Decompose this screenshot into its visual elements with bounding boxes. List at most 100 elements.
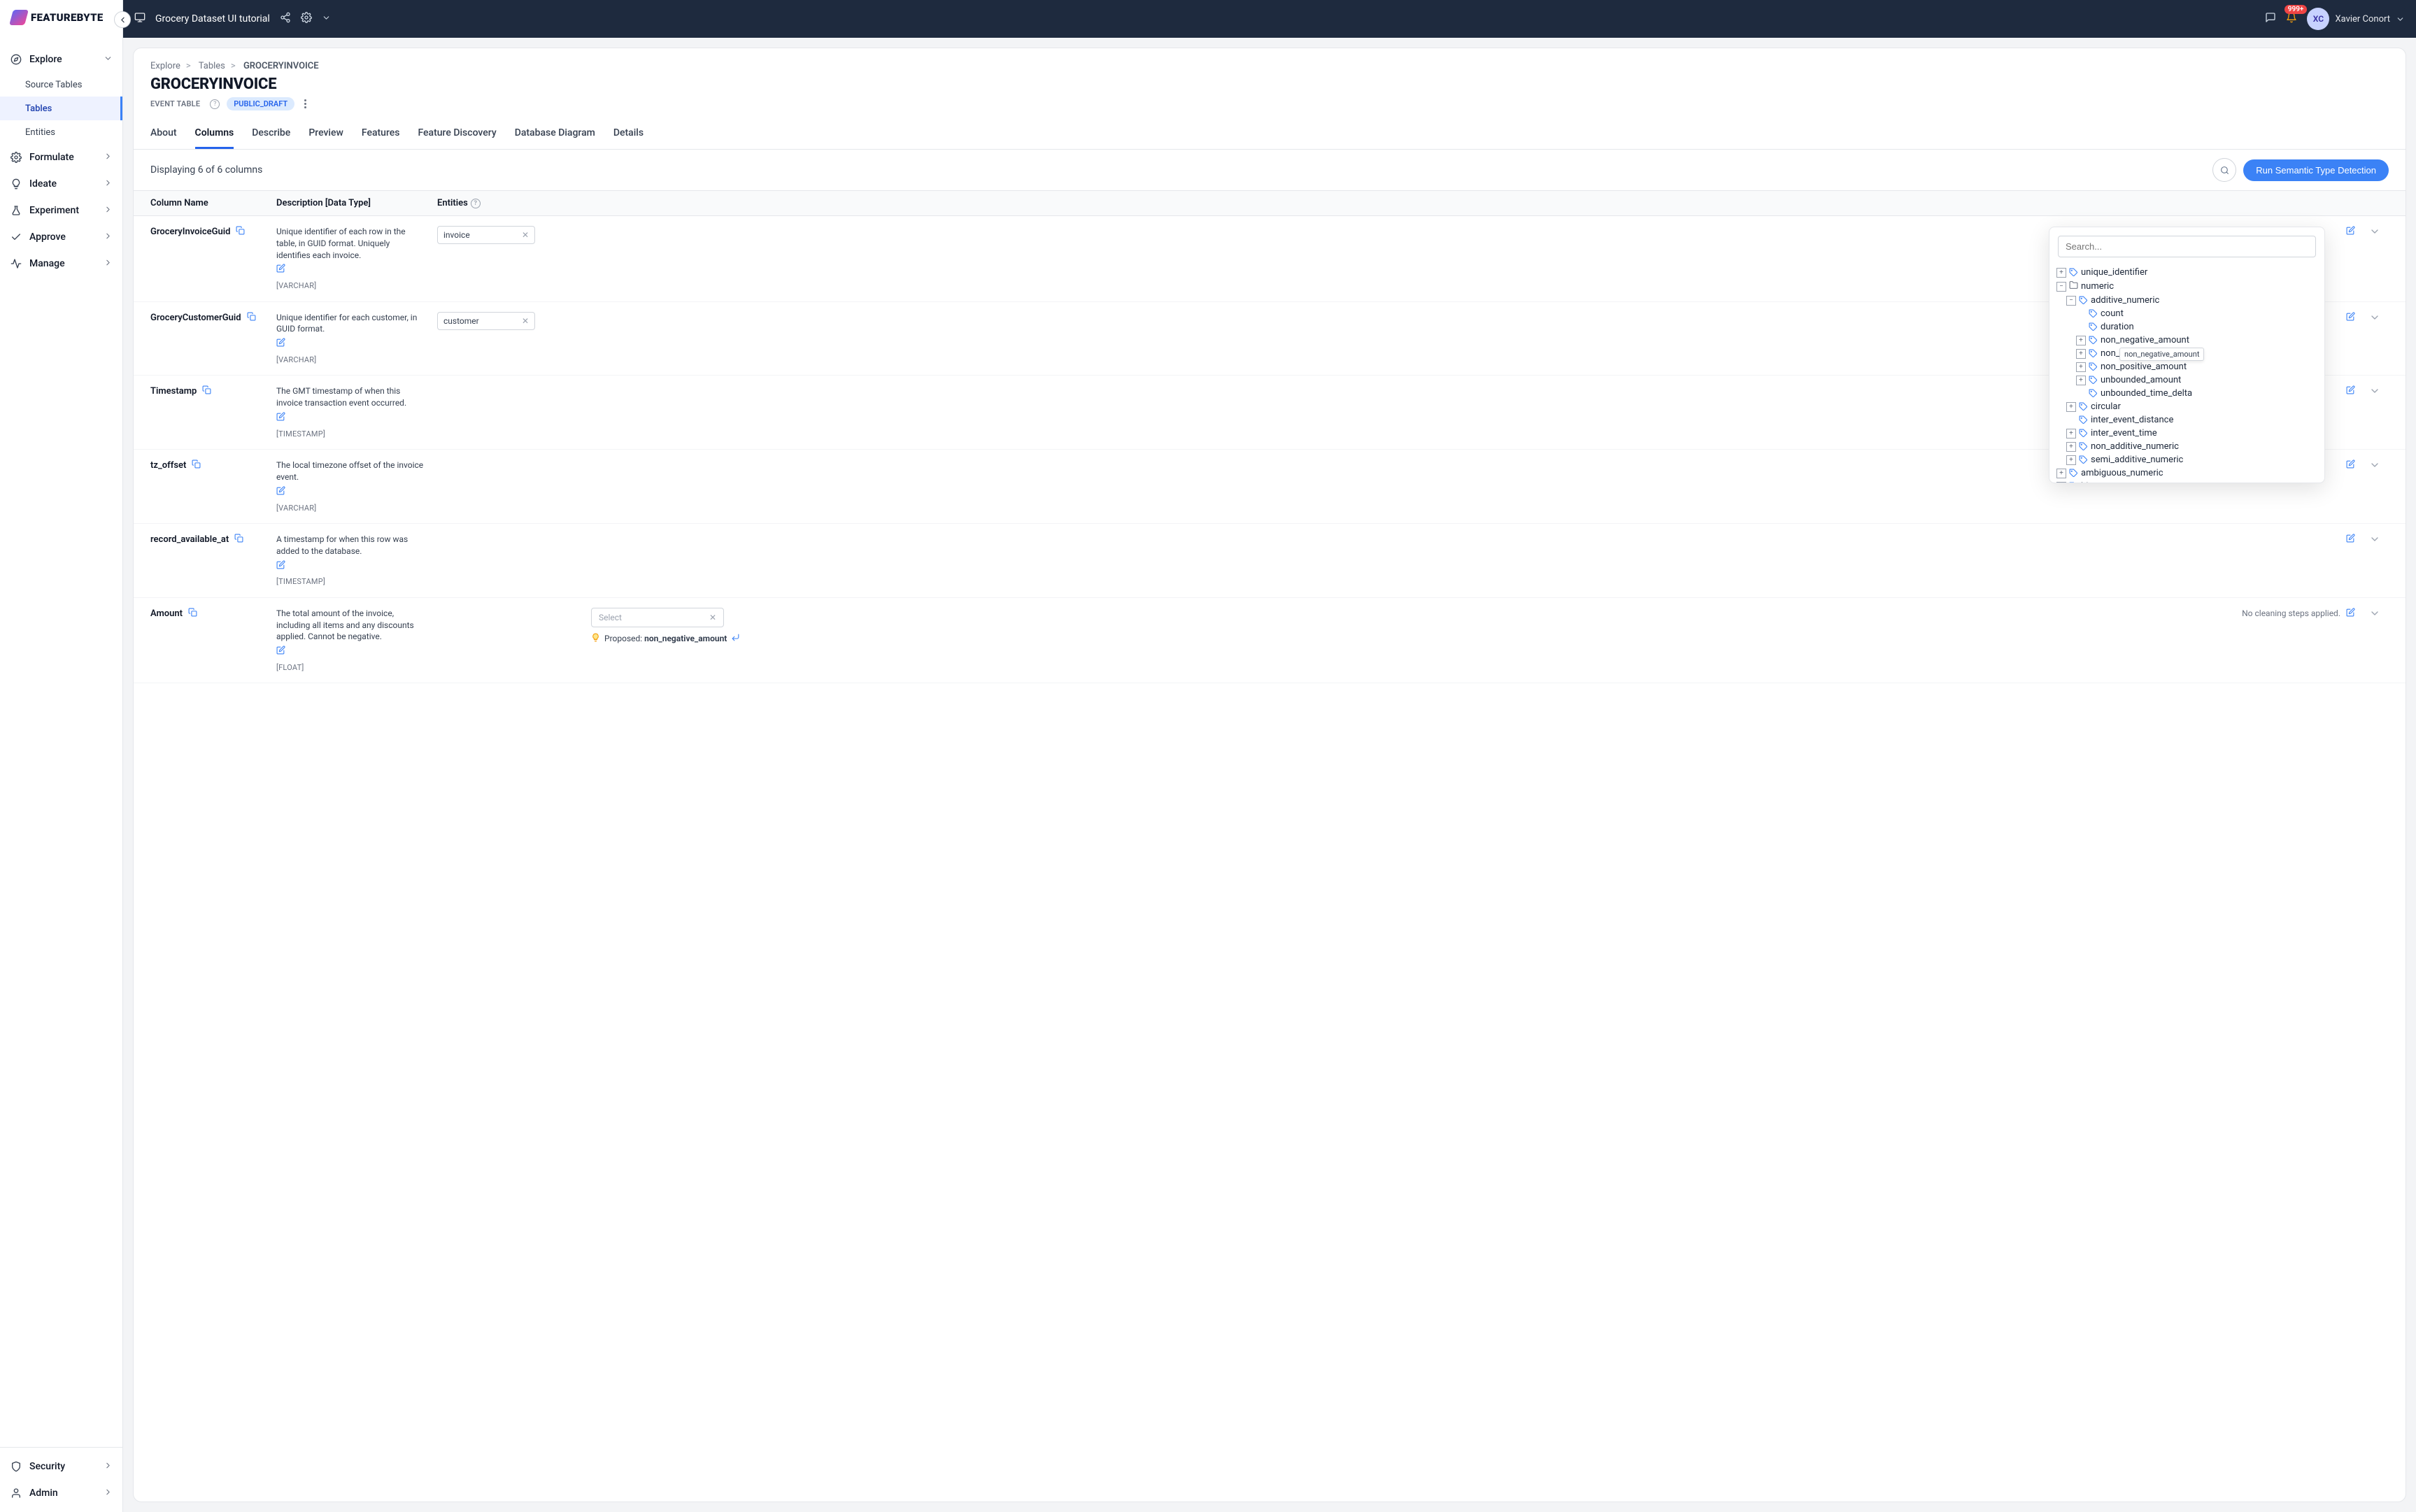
folder-icon — [2069, 280, 2078, 292]
nav-sub-sourcetables[interactable]: Source Tables — [0, 73, 122, 97]
expand-row-button[interactable] — [2361, 226, 2389, 237]
tab-about[interactable]: About — [150, 122, 177, 149]
expand-row-button[interactable] — [2361, 608, 2389, 619]
tree-node[interactable]: duration — [2056, 320, 2317, 334]
tab-describe[interactable]: Describe — [252, 122, 290, 149]
info-icon[interactable]: ? — [471, 199, 481, 208]
notifications-button[interactable]: 999+ — [2286, 12, 2297, 26]
collapse-sidebar-button[interactable] — [114, 11, 131, 28]
search-button[interactable] — [2212, 158, 2236, 182]
tab-features[interactable]: Features — [362, 122, 400, 149]
collapse-toggle-icon[interactable]: − — [2056, 282, 2066, 292]
nav-item-explore[interactable]: Explore — [0, 46, 122, 73]
tree-node[interactable]: +inter_event_time — [2056, 427, 2317, 440]
info-icon[interactable]: ? — [210, 99, 220, 109]
tab-database-diagram[interactable]: Database Diagram — [515, 122, 595, 149]
expand-toggle-icon[interactable]: + — [2066, 429, 2076, 438]
tree-node[interactable]: −numeric — [2056, 279, 2317, 294]
tab-details[interactable]: Details — [613, 122, 644, 149]
remove-tag-icon[interactable]: ✕ — [522, 316, 529, 326]
remove-tag-icon[interactable]: ✕ — [522, 230, 529, 240]
edit-icon[interactable] — [2346, 385, 2355, 397]
tree-node[interactable]: count — [2056, 307, 2317, 320]
expand-row-button[interactable] — [2361, 534, 2389, 545]
tree-node[interactable]: +unbounded_amount — [2056, 373, 2317, 387]
tree-node[interactable]: −additive_numeric — [2056, 294, 2317, 307]
expand-toggle-icon[interactable]: + — [2066, 455, 2076, 465]
breadcrumb-tables[interactable]: Tables — [199, 61, 225, 71]
edit-icon[interactable] — [2346, 608, 2355, 619]
tree-node[interactable]: +ambiguous_numeric — [2056, 466, 2317, 480]
chevron-down-icon[interactable] — [322, 13, 331, 25]
expand-toggle-icon[interactable]: + — [2076, 376, 2086, 385]
dropdown-search-input[interactable] — [2058, 236, 2316, 257]
nav-item-manage[interactable]: Manage — [0, 250, 122, 277]
tree-node[interactable]: +non_negative_amount — [2056, 334, 2317, 347]
expand-toggle-icon[interactable]: + — [2066, 402, 2076, 412]
kebab-menu-button[interactable] — [301, 99, 309, 108]
edit-icon[interactable] — [276, 264, 426, 276]
copy-icon[interactable] — [247, 312, 256, 324]
tree-node[interactable]: inter_event_distance — [2056, 413, 2317, 427]
expand-toggle-icon[interactable]: + — [2056, 469, 2066, 478]
project-title: Grocery Dataset UI tutorial — [155, 13, 270, 24]
expand-toggle-icon[interactable]: + — [2066, 442, 2076, 452]
tree-node[interactable]: +binary — [2056, 480, 2317, 483]
tree-node[interactable]: +circular — [2056, 400, 2317, 413]
edit-icon[interactable] — [2346, 459, 2355, 471]
edit-icon[interactable] — [2346, 312, 2355, 323]
undo-icon[interactable] — [731, 633, 740, 644]
tag-icon — [2089, 349, 2098, 358]
tab-preview[interactable]: Preview — [308, 122, 343, 149]
nav-item-security[interactable]: Security — [0, 1453, 122, 1480]
expand-toggle-icon[interactable]: + — [2076, 362, 2086, 372]
edit-icon[interactable] — [276, 560, 426, 573]
semantic-type-select[interactable]: Select✕ — [591, 608, 724, 627]
nav-sub-tables[interactable]: Tables — [0, 97, 122, 120]
nav-item-formulate[interactable]: Formulate — [0, 144, 122, 171]
breadcrumb-current: GROCERYINVOICE — [243, 61, 319, 71]
edit-icon[interactable] — [2346, 226, 2355, 237]
collapse-toggle-icon[interactable]: − — [2066, 296, 2076, 306]
nav-item-experiment[interactable]: Experiment — [0, 197, 122, 224]
edit-icon[interactable] — [276, 486, 426, 499]
expand-row-button[interactable] — [2361, 459, 2389, 471]
entity-tag[interactable]: invoice✕ — [437, 226, 535, 244]
copy-icon[interactable] — [202, 385, 211, 397]
tree-node[interactable]: +non_positive_amount — [2056, 360, 2317, 373]
run-semantic-detection-button[interactable]: Run Semantic Type Detection — [2243, 159, 2389, 181]
nav-sub-entities[interactable]: Entities — [0, 120, 122, 144]
tree-node[interactable]: +unique_identifier — [2056, 266, 2317, 279]
semantic-type-tree: +unique_identifier −numeric −additive_nu… — [2049, 266, 2324, 483]
edit-icon[interactable] — [276, 338, 426, 350]
breadcrumb-explore[interactable]: Explore — [150, 61, 180, 71]
settings-icon[interactable] — [301, 12, 312, 26]
nav-item-ideate[interactable]: Ideate — [0, 171, 122, 197]
tree-node[interactable]: +non_ne non_negative_amount — [2056, 347, 2317, 360]
expand-toggle-icon[interactable]: + — [2076, 336, 2086, 345]
user-menu-button[interactable]: XC Xavier Conort — [2307, 8, 2405, 30]
nav-item-admin[interactable]: Admin — [0, 1480, 122, 1506]
expand-row-button[interactable] — [2361, 385, 2389, 397]
clear-icon[interactable]: ✕ — [709, 613, 716, 622]
chat-icon[interactable] — [2265, 12, 2276, 26]
expand-toggle-icon[interactable]: + — [2056, 268, 2066, 278]
share-icon[interactable] — [280, 12, 291, 26]
nav-item-approve[interactable]: Approve — [0, 224, 122, 250]
tree-node[interactable]: unbounded_time_delta — [2056, 387, 2317, 400]
tree-node[interactable]: +non_additive_numeric — [2056, 440, 2317, 453]
tab-feature-discovery[interactable]: Feature Discovery — [418, 122, 496, 149]
expand-row-button[interactable] — [2361, 312, 2389, 323]
tab-columns[interactable]: Columns — [195, 122, 234, 149]
expand-toggle-icon[interactable]: + — [2056, 482, 2066, 483]
copy-icon[interactable] — [188, 608, 197, 620]
copy-icon[interactable] — [234, 534, 243, 545]
entity-tag[interactable]: customer✕ — [437, 312, 535, 330]
copy-icon[interactable] — [192, 459, 201, 471]
edit-icon[interactable] — [276, 646, 426, 658]
copy-icon[interactable] — [236, 226, 245, 238]
tree-node[interactable]: +semi_additive_numeric — [2056, 453, 2317, 466]
expand-toggle-icon[interactable]: + — [2076, 349, 2086, 359]
edit-icon[interactable] — [276, 412, 426, 425]
edit-icon[interactable] — [2346, 534, 2355, 545]
